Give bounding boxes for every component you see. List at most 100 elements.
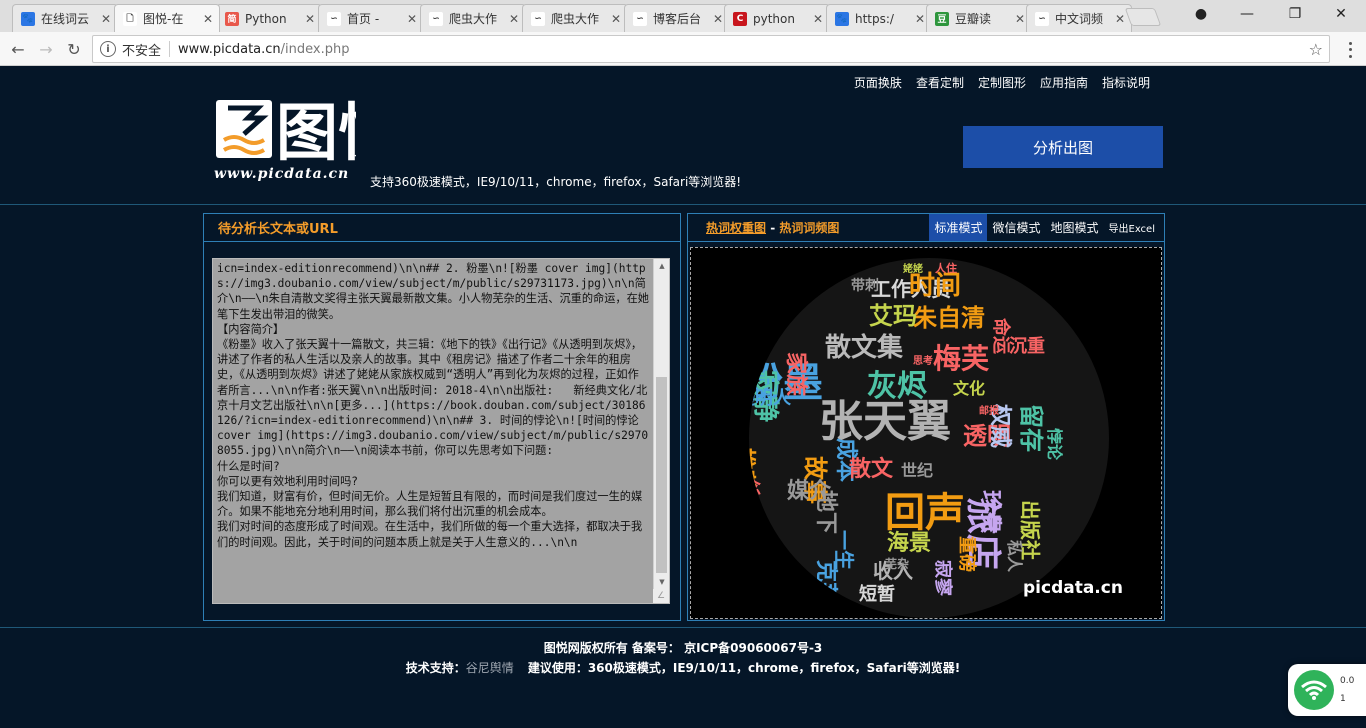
top-nav: 页面换肤 查看定制 定制图形 应用指南 指标说明	[854, 74, 1150, 91]
cloud-word: 沉重	[1009, 335, 1045, 357]
tab-close-icon[interactable]: ✕	[101, 12, 111, 26]
tab-favicon-icon: 豆	[935, 11, 949, 26]
bookmark-star-icon[interactable]: ☆	[1309, 40, 1323, 59]
text-input-box[interactable]: icn=index-editionrecommend)\n\n## 2. 粉墨\…	[212, 258, 670, 604]
cloud-word: 思考	[913, 354, 933, 367]
wifi-icon	[1294, 670, 1334, 710]
tab-favicon-icon: 🐾	[835, 11, 849, 26]
network-widget[interactable]: 0.0 1	[1288, 664, 1366, 716]
cloud-word: 散文	[849, 456, 894, 482]
back-button[interactable]: ←	[6, 37, 30, 61]
browser-support-message: 支持360极速模式，IE9/10/11，chrome，firefox，Safar…	[370, 175, 742, 189]
network-speeds: 0.0 1	[1340, 672, 1354, 708]
analyze-button[interactable]: 分析出图	[963, 126, 1163, 168]
tab-close-icon[interactable]: ✕	[1015, 12, 1025, 26]
mode-switcher: 标准模式 微信模式 地图模式 导出Excel	[929, 214, 1160, 241]
tab-close-icon[interactable]: ✕	[305, 12, 315, 26]
tab-weight-chart[interactable]: 热词权重图	[706, 221, 766, 235]
browser-tab[interactable]: 🗋 图悦-在 ✕	[114, 4, 220, 32]
cloud-word: 短暂	[859, 583, 895, 605]
mode-map[interactable]: 地图模式	[1045, 214, 1103, 241]
word-cloud-panel: 热词权重图 - 热词词频图 标准模式 微信模式 地图模式 导出Excel 张天翼…	[687, 213, 1165, 621]
tab-close-icon[interactable]: ✕	[509, 12, 519, 26]
tab-close-icon[interactable]: ✕	[611, 12, 621, 26]
nav-view-custom[interactable]: 查看定制	[916, 74, 964, 91]
logo-url: www.picdata.cn	[214, 166, 350, 182]
tab-close-icon[interactable]: ✕	[713, 12, 723, 26]
cloud-word: 时间	[909, 271, 961, 301]
scroll-thumb[interactable]	[656, 377, 667, 573]
cloud-word: 朱自清	[913, 304, 985, 332]
new-tab-button[interactable]	[1124, 8, 1162, 26]
tab-frequency-chart[interactable]: 热词词频图	[779, 221, 839, 235]
tab-favicon-icon: ∽	[429, 11, 443, 26]
browser-tab[interactable]: ∽ 爬虫大作 ✕	[522, 4, 628, 32]
cloud-word: 回声	[885, 490, 965, 536]
mode-standard[interactable]: 标准模式	[929, 214, 988, 241]
tab-favicon-icon: 简	[225, 11, 239, 26]
address-bar[interactable]: i 不安全 www.picdata.cn/index.php ☆	[92, 35, 1330, 63]
browser-tab[interactable]: 简 Python ✕	[216, 4, 322, 32]
cloud-word: 重磅	[956, 536, 978, 572]
download-speed: 1	[1340, 694, 1346, 704]
cloud-word: 海景	[887, 530, 931, 556]
minimize-button[interactable]: —	[1224, 0, 1270, 28]
nav-guide[interactable]: 应用指南	[1040, 74, 1088, 91]
browser-tab[interactable]: Cpython ✕	[724, 4, 830, 32]
cloud-word: 珍贵	[977, 490, 1003, 534]
reload-button[interactable]: ↻	[62, 37, 86, 61]
mode-wechat[interactable]: 微信模式	[987, 214, 1045, 241]
tab-close-icon[interactable]: ✕	[1115, 12, 1125, 26]
text-input-panel: 待分析长文本或URL icn=index-editionrecommend)\n…	[203, 213, 681, 621]
word-cloud-canvas: 张天翼 粉墨 回声 旅店 灰烬 梅芙 散文集 朱自清 工作人员 艾玛 家族 寂静 沉重 透明 权威 推荐书 故事…	[690, 247, 1162, 619]
restore-button[interactable]: ❐	[1272, 0, 1318, 28]
close-window-button[interactable]: ✕	[1318, 0, 1364, 28]
resize-grip-icon[interactable]: ∠	[653, 589, 669, 603]
tab-strip: 🐾 在线词云 ✕ 🗋 图悦-在 ✕ 简 Python ✕ ∽ 首页 - ✕ ∽ 爬虫大作 ✕ ∽ 爬虫大作 ✕ ∽ 博…	[0, 0, 1366, 32]
browser-tab[interactable]: 豆豆瓣读 ✕	[926, 4, 1032, 32]
cloud-word: 地下	[813, 490, 838, 534]
browser-menu-icon[interactable]	[1342, 40, 1358, 60]
scroll-down-icon[interactable]: ▼	[654, 575, 670, 589]
browser-tab[interactable]: ∽ 首页 - ✕	[318, 4, 424, 32]
cloud-word: 灰烬	[867, 369, 927, 404]
textarea-scrollbar[interactable]: ▲ ▼	[653, 259, 669, 589]
info-icon[interactable]: i	[100, 41, 116, 57]
nav-custom-shape[interactable]: 定制图形	[978, 74, 1026, 91]
export-excel-button[interactable]: 导出Excel	[1104, 214, 1161, 241]
tab-favicon-icon: 🗋	[123, 11, 137, 26]
tab-close-icon[interactable]: ✕	[203, 12, 213, 26]
url-text[interactable]: www.picdata.cn/index.php	[178, 42, 349, 57]
cloud-word: 命运	[990, 318, 1012, 354]
forward-button[interactable]: →	[34, 37, 58, 61]
scroll-up-icon[interactable]: ▲	[654, 259, 670, 273]
tab-favicon-icon: ∽	[633, 11, 647, 26]
browser-tab[interactable]: ∽ 博客后台 ✕	[624, 4, 730, 32]
tab-close-icon[interactable]: ✕	[407, 12, 417, 26]
cloud-word: 中国	[747, 518, 764, 546]
nav-metrics[interactable]: 指标说明	[1102, 74, 1150, 91]
tab-title: 豆瓣读	[955, 12, 992, 26]
browser-tab[interactable]: ∽ 爬虫大作 ✕	[420, 4, 526, 32]
logo-text: 图悦	[276, 96, 356, 166]
browser-tab[interactable]: 🐾 在线词云 ✕	[12, 4, 118, 32]
site-logo[interactable]: 图悦 www.picdata.cn	[214, 96, 356, 186]
browser-tab[interactable]: ∽ 中文词频 ✕	[1026, 4, 1132, 32]
tab-title: https:/	[855, 11, 894, 26]
browser-toolbar: ← → ↻ i 不安全 www.picdata.cn/index.php ☆	[0, 32, 1366, 66]
address-separator	[169, 41, 171, 57]
tab-title: 图悦-在	[143, 12, 184, 26]
cloud-word: 古籍	[731, 460, 748, 488]
tab-title: 博客后台	[653, 12, 702, 26]
account-icon[interactable]: ●	[1178, 0, 1224, 28]
support-company-link[interactable]: 谷尼舆情	[466, 661, 514, 675]
browser-tab[interactable]: 🐾 https:/ ✕	[826, 4, 932, 32]
text-input-area[interactable]: icn=index-editionrecommend)\n\n## 2. 粉墨\…	[213, 259, 653, 603]
cloud-word: 出版	[743, 592, 762, 619]
tab-favicon-icon: 🐾	[21, 11, 35, 26]
tab-close-icon[interactable]: ✕	[915, 12, 925, 26]
cloud-word: 邮报	[979, 404, 999, 417]
tab-close-icon[interactable]: ✕	[813, 12, 823, 26]
nav-skin[interactable]: 页面换肤	[854, 74, 902, 91]
tab-favicon-icon: ∽	[1035, 11, 1049, 26]
